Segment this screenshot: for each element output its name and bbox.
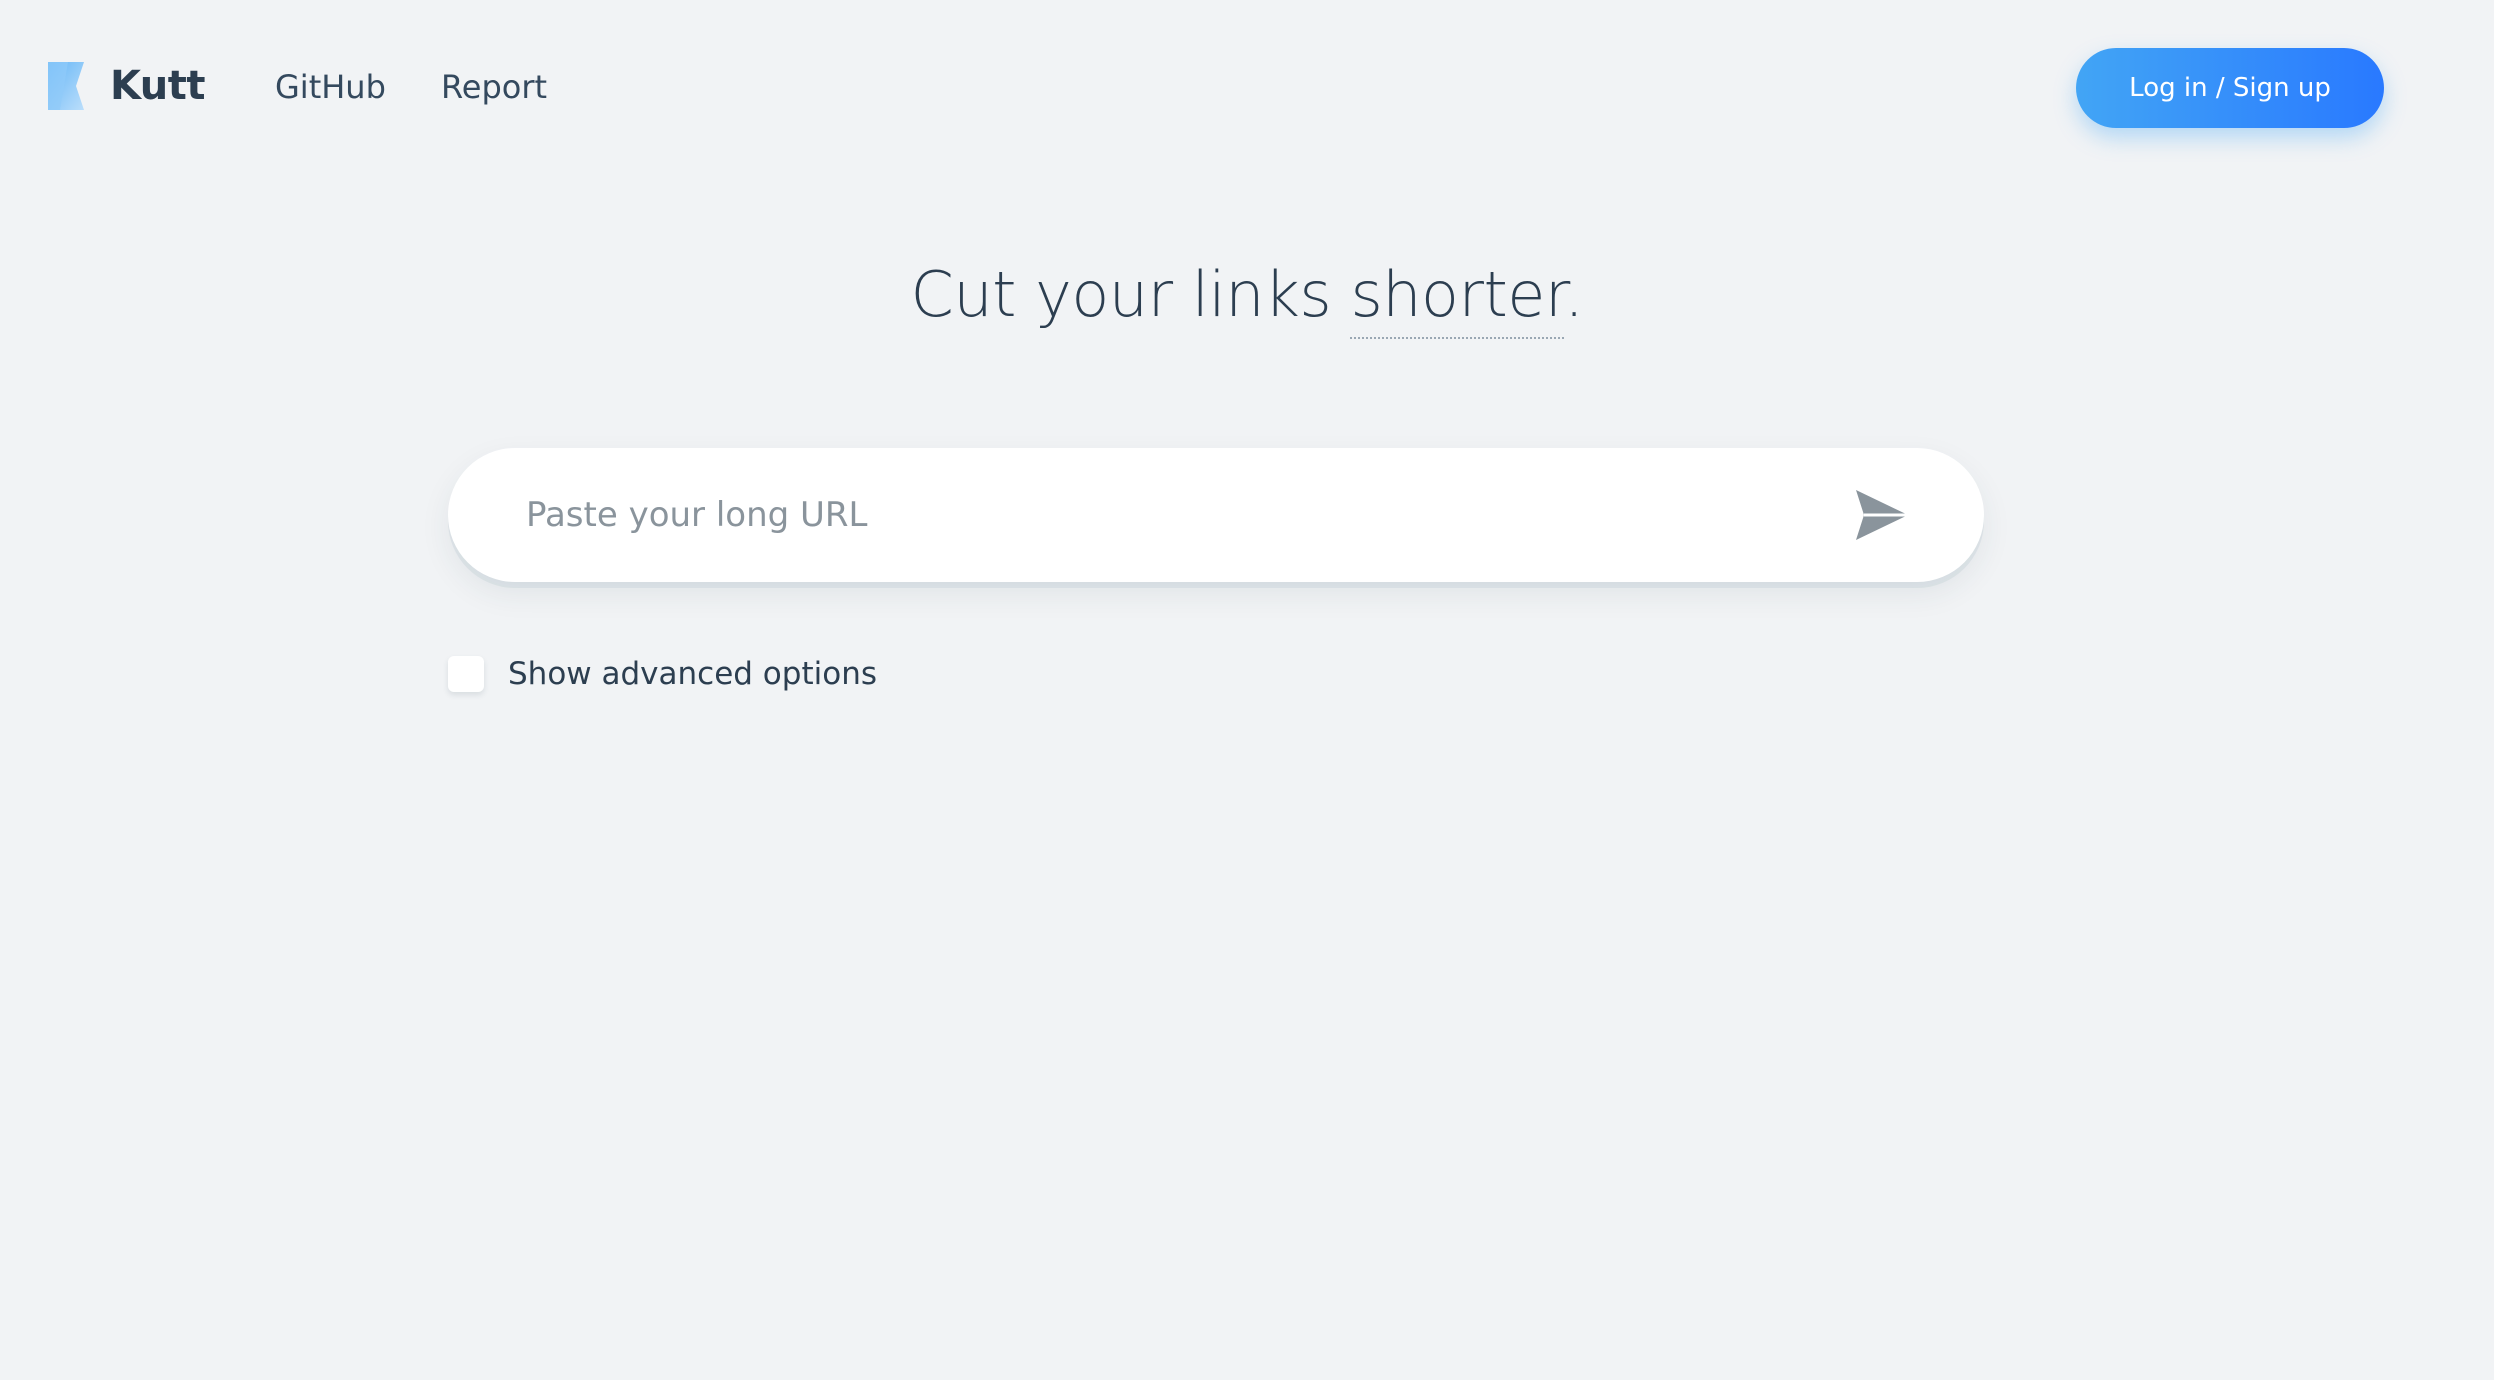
title-prefix: Cut your links (910, 258, 1351, 331)
brand-name: Kutt (110, 63, 206, 109)
send-icon[interactable] (1854, 488, 1910, 542)
advanced-options-checkbox[interactable] (448, 656, 484, 692)
logo[interactable]: Kutt (46, 60, 206, 112)
advanced-options-label: Show advanced options (508, 656, 877, 692)
kutt-logo-icon (48, 62, 84, 110)
url-input[interactable] (526, 478, 1776, 552)
nav-github-link[interactable]: GitHub (275, 68, 386, 106)
advanced-options-toggle[interactable]: Show advanced options (448, 656, 877, 692)
title-emphasis: shorter (1350, 258, 1565, 339)
header: Kutt GitHub Report Log in / Sign up (0, 0, 2494, 180)
login-signup-button[interactable]: Log in / Sign up (2076, 48, 2384, 128)
url-form (448, 448, 1984, 582)
nav-report-link[interactable]: Report (441, 68, 547, 106)
page-title: Cut your links shorter. (0, 258, 2494, 339)
title-suffix: . (1564, 258, 1584, 331)
